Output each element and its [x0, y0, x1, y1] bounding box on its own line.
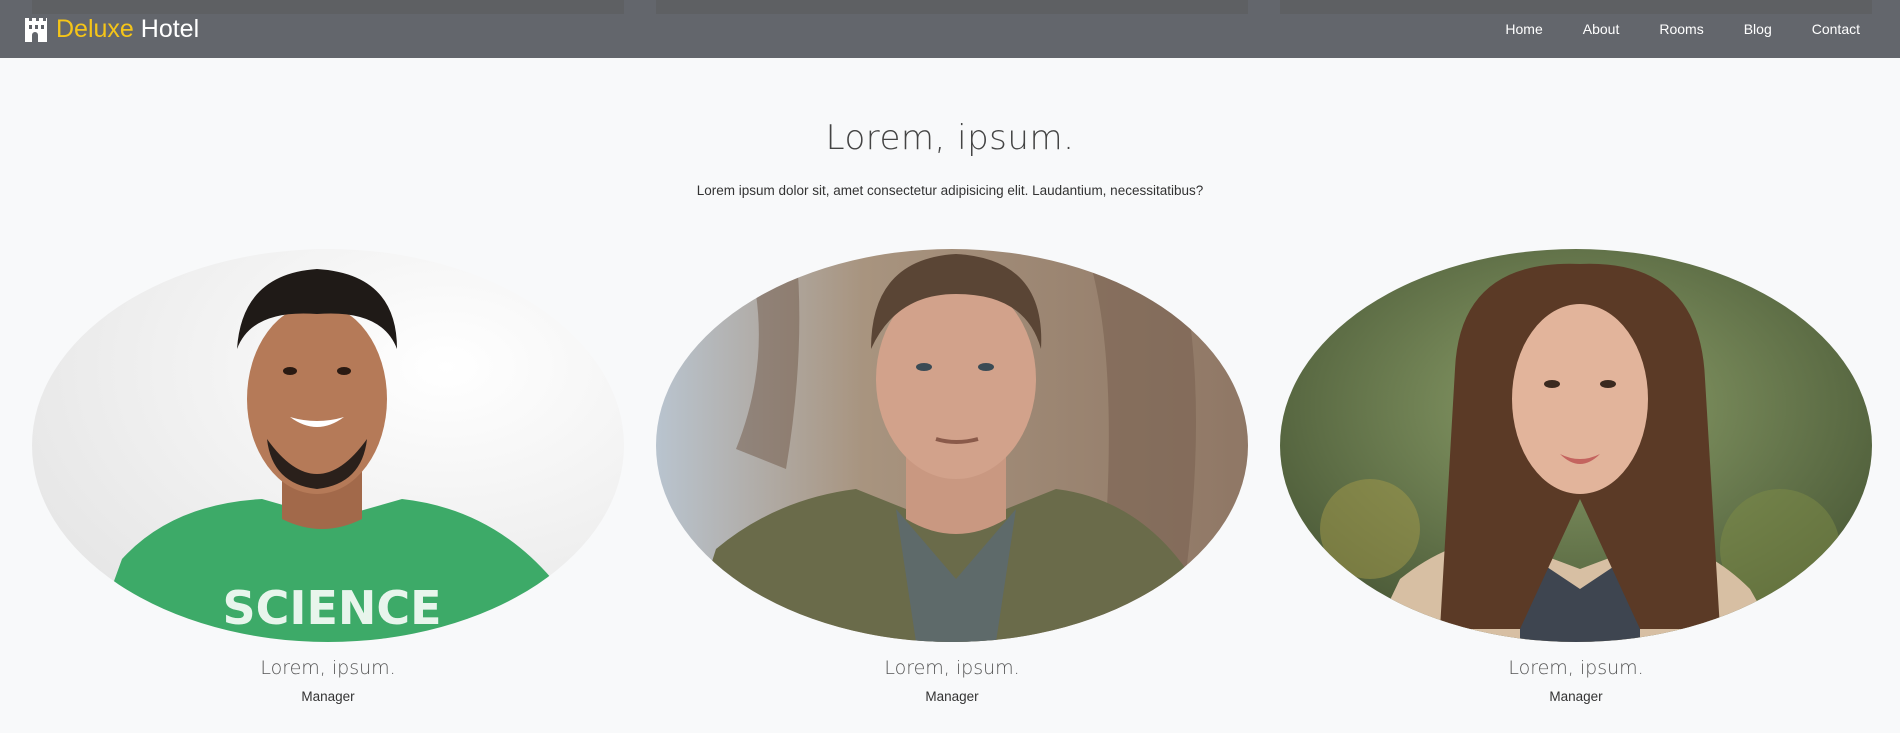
- nav-link-about[interactable]: About: [1563, 0, 1640, 58]
- member-role: Manager: [1549, 689, 1603, 704]
- member-name: Lorem, ipsum.: [260, 657, 396, 679]
- team-card: SCIENCE Lorem, ipsum. Manager: [32, 249, 624, 704]
- brand-logo[interactable]: Deluxe Hotel: [24, 15, 199, 44]
- castle-icon: [24, 16, 48, 42]
- team-card: Lorem, ipsum. Manager: [656, 249, 1248, 704]
- brand-name-rest: Hotel: [140, 14, 200, 43]
- nav-link-blog[interactable]: Blog: [1724, 0, 1792, 58]
- nav-link-rooms[interactable]: Rooms: [1639, 0, 1723, 58]
- section-subtitle: Lorem ipsum dolor sit, amet consectetur …: [696, 183, 1204, 198]
- brand-name-accent: Deluxe: [56, 14, 134, 43]
- member-role: Manager: [301, 689, 355, 704]
- svg-text:SCIENCE: SCIENCE: [222, 581, 441, 635]
- woman-portrait-photo: [1280, 249, 1872, 642]
- main-nav: Home About Rooms Blog Contact: [1485, 0, 1876, 58]
- section-title: Lorem, ipsum.: [825, 118, 1075, 158]
- man-green-shirt-photo: SCIENCE: [32, 249, 624, 642]
- navbar: Deluxe Hotel Home About Rooms Blog Conta…: [0, 0, 1900, 58]
- team-card: Lorem, ipsum. Manager: [1280, 249, 1872, 704]
- member-name: Lorem, ipsum.: [1508, 657, 1644, 679]
- nav-link-contact[interactable]: Contact: [1792, 0, 1876, 58]
- team-grid: SCIENCE Lorem, ipsum. Manager Lorem, ips…: [32, 249, 1872, 729]
- member-name: Lorem, ipsum.: [884, 657, 1020, 679]
- man-jacket-photo: [656, 249, 1248, 642]
- member-role: Manager: [925, 689, 979, 704]
- nav-link-home[interactable]: Home: [1485, 0, 1562, 58]
